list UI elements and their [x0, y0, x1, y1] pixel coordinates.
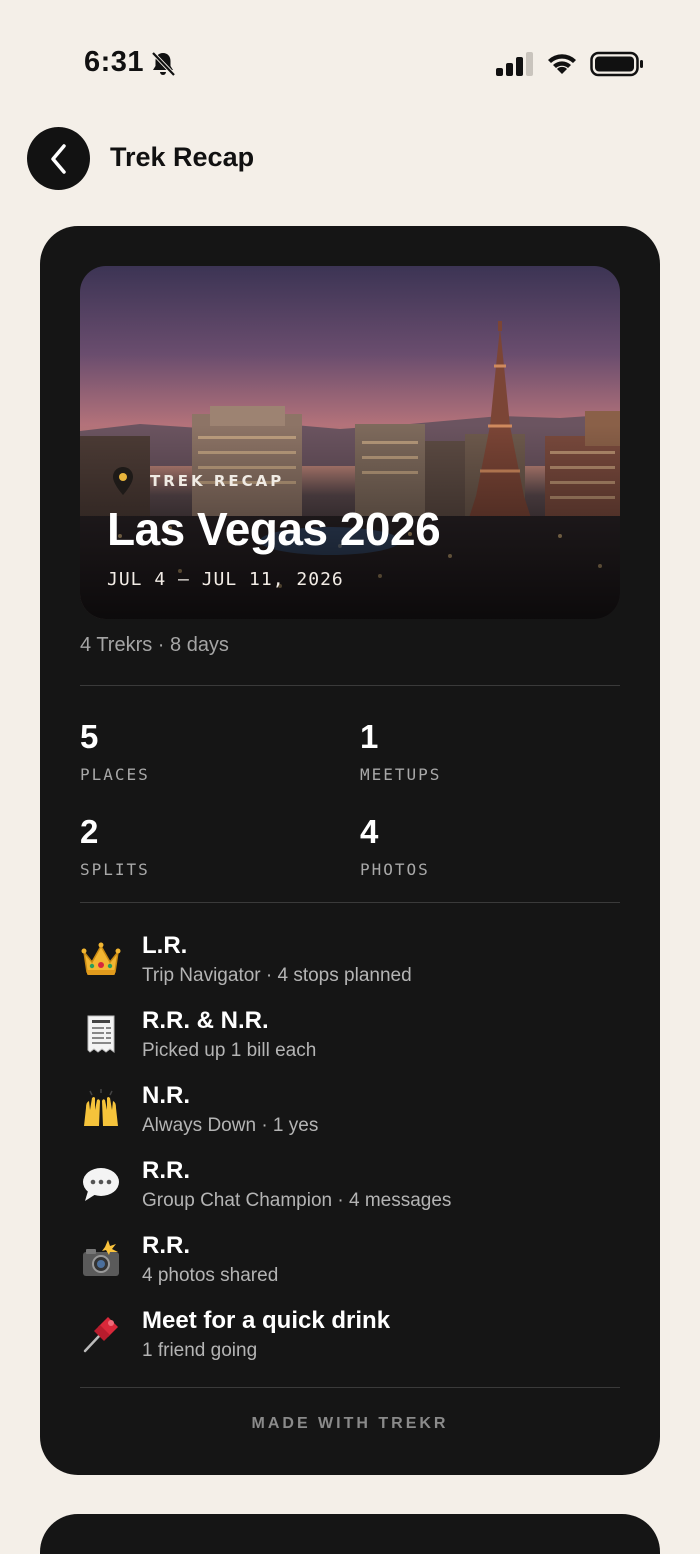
- wifi-icon: [548, 54, 576, 74]
- stat-value: 1: [360, 718, 379, 755]
- award-detail: Always Down · 1 yes: [142, 1115, 319, 1136]
- crown-icon: [81, 942, 121, 975]
- las-vegas-skyline-image: [80, 266, 620, 619]
- award-detail: 4 photos shared: [142, 1265, 279, 1286]
- award-name: R.R.: [142, 1157, 190, 1184]
- award-item: Meet for a quick drink 1 friend going: [80, 1307, 620, 1367]
- award-name: R.R.: [142, 1232, 190, 1259]
- award-name: L.R.: [142, 932, 188, 959]
- status-time: 6:31: [84, 46, 145, 78]
- raised-hands-icon: [84, 1089, 118, 1126]
- stat-label: MEETUPS: [360, 765, 442, 784]
- chevron-left-icon: [50, 143, 66, 174]
- trip-dates: JUL 4 – JUL 11, 2026: [107, 569, 344, 590]
- stat-photos: 4 PHOTOS: [360, 815, 430, 879]
- award-item: N.R. Always Down · 1 yes: [80, 1082, 620, 1142]
- award-item: L.R. Trip Navigator · 4 stops planned: [80, 932, 620, 992]
- pushpin-icon: [83, 1317, 118, 1353]
- camera-flash-icon: [83, 1240, 119, 1276]
- award-name: N.R.: [142, 1082, 190, 1109]
- stat-value: 5: [80, 718, 99, 755]
- divider: [80, 1387, 620, 1388]
- hero-image: TREK RECAP Las Vegas 2026 JUL 4 – JUL 11…: [80, 266, 620, 619]
- award-name: Meet for a quick drink: [142, 1307, 391, 1334]
- divider: [80, 902, 620, 903]
- hero-kicker-label: TREK RECAP: [150, 472, 285, 490]
- back-button[interactable]: [27, 127, 90, 190]
- footer-branding: MADE WITH TREKR: [251, 1415, 449, 1432]
- award-detail: Picked up 1 bill each: [142, 1040, 317, 1061]
- cellular-signal-icon: [496, 52, 533, 76]
- divider: [80, 685, 620, 686]
- award-detail: Group Chat Champion · 4 messages: [142, 1190, 452, 1211]
- award-item: R.R. Group Chat Champion · 4 messages: [80, 1157, 620, 1217]
- stat-meetups: 1 MEETUPS: [360, 720, 441, 784]
- trip-title: Las Vegas 2026: [107, 503, 441, 555]
- stat-value: 2: [80, 813, 99, 850]
- stat-label: SPLITS: [80, 860, 150, 879]
- stat-places: 5 PLACES: [80, 720, 150, 784]
- battery-icon: [590, 51, 643, 77]
- status-bar: 6:31: [0, 0, 700, 120]
- award-detail: 1 friend going: [142, 1340, 258, 1361]
- stat-label: PLACES: [80, 765, 150, 784]
- page-title: Trek Recap: [110, 142, 255, 172]
- location-pin-icon: [113, 467, 133, 495]
- award-detail: Trip Navigator · 4 stops planned: [142, 965, 412, 986]
- bell-muted-icon: [151, 51, 176, 77]
- next-card-peek: [40, 1514, 660, 1554]
- stat-splits: 2 SPLITS: [80, 815, 150, 879]
- speech-bubble-icon: [83, 1168, 119, 1201]
- award-name: R.R. & N.R.: [142, 1007, 269, 1034]
- stat-label: PHOTOS: [360, 860, 430, 879]
- award-item: R.R. 4 photos shared: [80, 1232, 620, 1292]
- stat-value: 4: [360, 813, 379, 850]
- trip-meta: 4 Trekrs · 8 days: [80, 634, 229, 656]
- award-item: R.R. & N.R. Picked up 1 bill each: [80, 1007, 620, 1067]
- hero-kicker: TREK RECAP: [110, 466, 284, 496]
- recap-card: TREK RECAP Las Vegas 2026 JUL 4 – JUL 11…: [40, 226, 660, 1475]
- receipt-icon: [87, 1015, 115, 1053]
